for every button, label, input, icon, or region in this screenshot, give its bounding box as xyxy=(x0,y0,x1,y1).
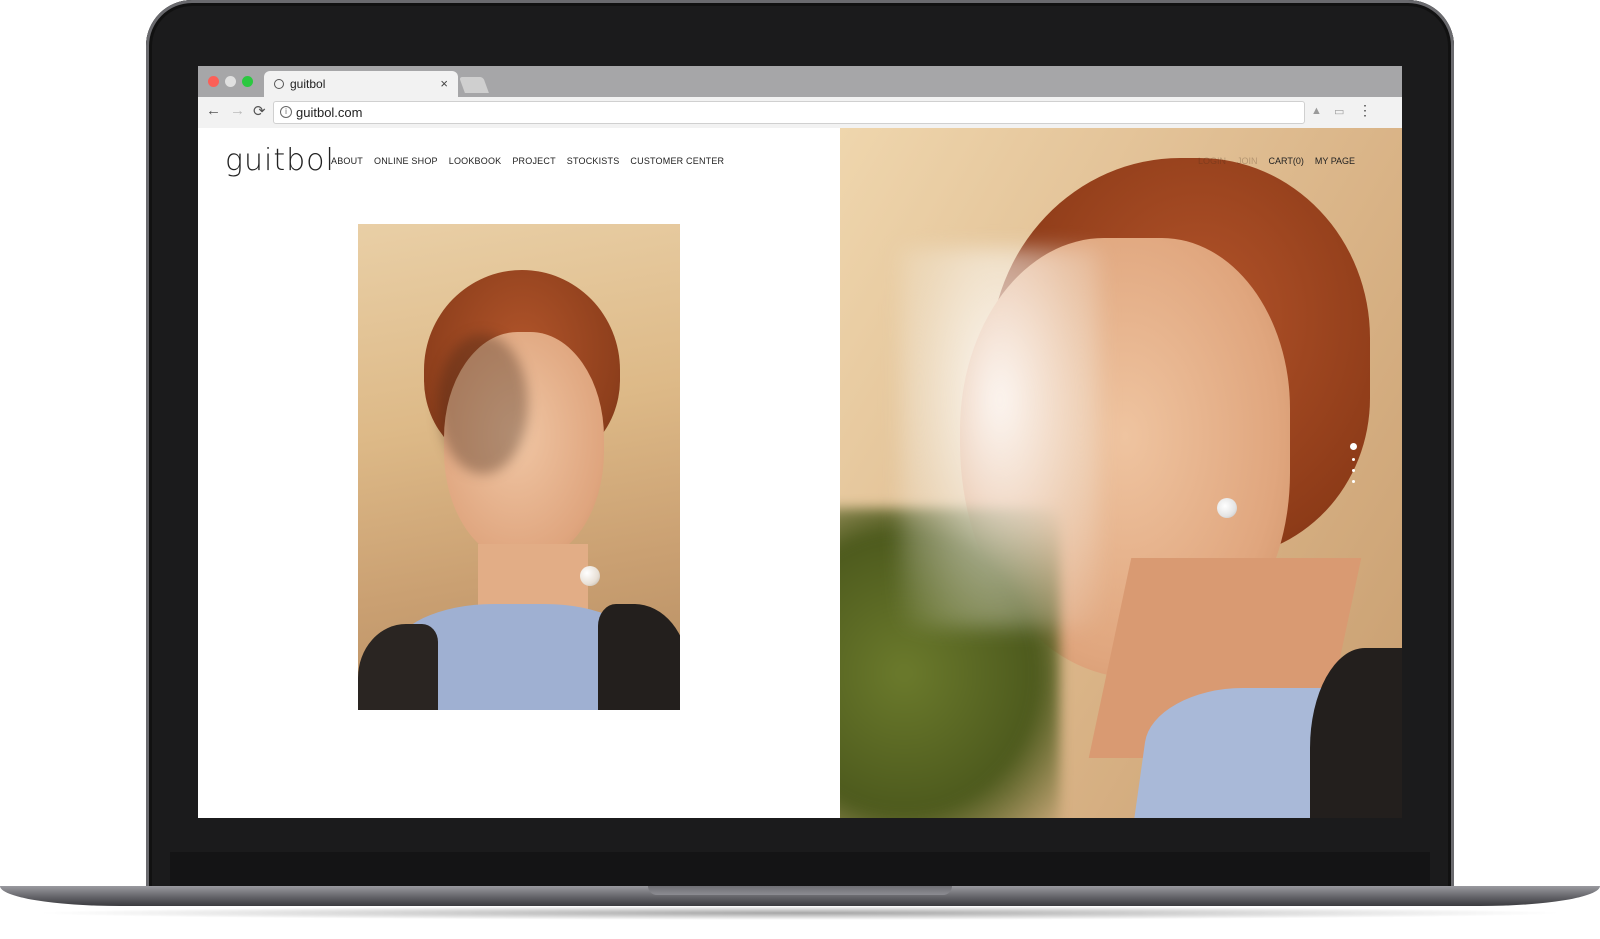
browser-menu-icon[interactable]: ⋮ xyxy=(1358,102,1372,118)
nav-project[interactable]: PROJECT xyxy=(512,156,555,166)
site-info-icon[interactable]: i xyxy=(280,106,292,118)
nav-join[interactable]: JOIN xyxy=(1237,156,1258,166)
photo-blurred-flower xyxy=(900,248,1100,628)
main-navigation: ABOUT ONLINE SHOP LOOKBOOK PROJECT STOCK… xyxy=(331,156,724,166)
photo-flower-earring xyxy=(1217,498,1237,518)
slider-dot[interactable] xyxy=(1349,443,1357,450)
reload-icon[interactable]: ⟳ xyxy=(253,102,266,120)
hero-photo-right[interactable] xyxy=(840,128,1402,818)
nav-stockists[interactable]: STOCKISTS xyxy=(567,156,620,166)
slider-dot[interactable] xyxy=(1351,458,1355,461)
nav-online-shop[interactable]: ONLINE SHOP xyxy=(374,156,438,166)
laptop-bezel-chin xyxy=(170,852,1430,886)
slider-dot[interactable] xyxy=(1351,480,1355,483)
forward-arrow-icon[interactable]: → xyxy=(230,102,245,119)
web-page: guitbol ABOUT ONLINE SHOP LOOKBOOK PROJE… xyxy=(198,128,1402,818)
lookbook-photo-left[interactable] xyxy=(358,224,680,710)
close-tab-icon[interactable]: × xyxy=(440,76,448,91)
photo-vest-left xyxy=(358,624,438,710)
browser-tab[interactable]: guitbol × xyxy=(264,71,458,97)
globe-icon xyxy=(274,79,284,89)
browser-toolbar: ← → ⟳ i guitbol.com ▲ ▭ ⋮ xyxy=(198,97,1402,129)
utility-navigation: LOGIN JOIN CART(0) MY PAGE xyxy=(1198,156,1355,166)
browser-tabstrip: guitbol × xyxy=(198,66,1402,97)
nav-customer-center[interactable]: CUSTOMER CENTER xyxy=(630,156,724,166)
minimize-window-button[interactable] xyxy=(225,76,236,87)
photo-leaf-shadow xyxy=(438,334,528,474)
maximize-window-button[interactable] xyxy=(242,76,253,87)
address-bar[interactable]: i guitbol.com xyxy=(273,101,1305,124)
close-window-button[interactable] xyxy=(208,76,219,87)
slider-dot[interactable] xyxy=(1351,469,1355,472)
cast-icon[interactable]: ▭ xyxy=(1334,105,1344,118)
back-arrow-icon[interactable]: ← xyxy=(206,102,221,119)
nav-login[interactable]: LOGIN xyxy=(1198,156,1226,166)
laptop-screen: guitbol × ← → ⟳ i guitbol.com ▲ ▭ ⋮ guit… xyxy=(198,66,1402,818)
laptop-base-notch xyxy=(648,886,952,895)
photo-pearl-earring xyxy=(580,566,600,586)
site-logo[interactable]: guitbol xyxy=(225,143,335,178)
extension-icon[interactable]: ▲ xyxy=(1311,105,1322,117)
tab-title: guitbol xyxy=(290,77,326,91)
photo-vest-right xyxy=(598,604,680,710)
nav-my-page[interactable]: MY PAGE xyxy=(1315,156,1355,166)
url-text[interactable]: guitbol.com xyxy=(296,105,362,120)
new-tab-button[interactable] xyxy=(459,77,489,93)
nav-lookbook[interactable]: LOOKBOOK xyxy=(449,156,502,166)
laptop-shadow xyxy=(30,906,1570,920)
nav-cart[interactable]: CART(0) xyxy=(1269,156,1304,166)
slider-pagination xyxy=(1348,443,1358,491)
nav-about[interactable]: ABOUT xyxy=(331,156,363,166)
